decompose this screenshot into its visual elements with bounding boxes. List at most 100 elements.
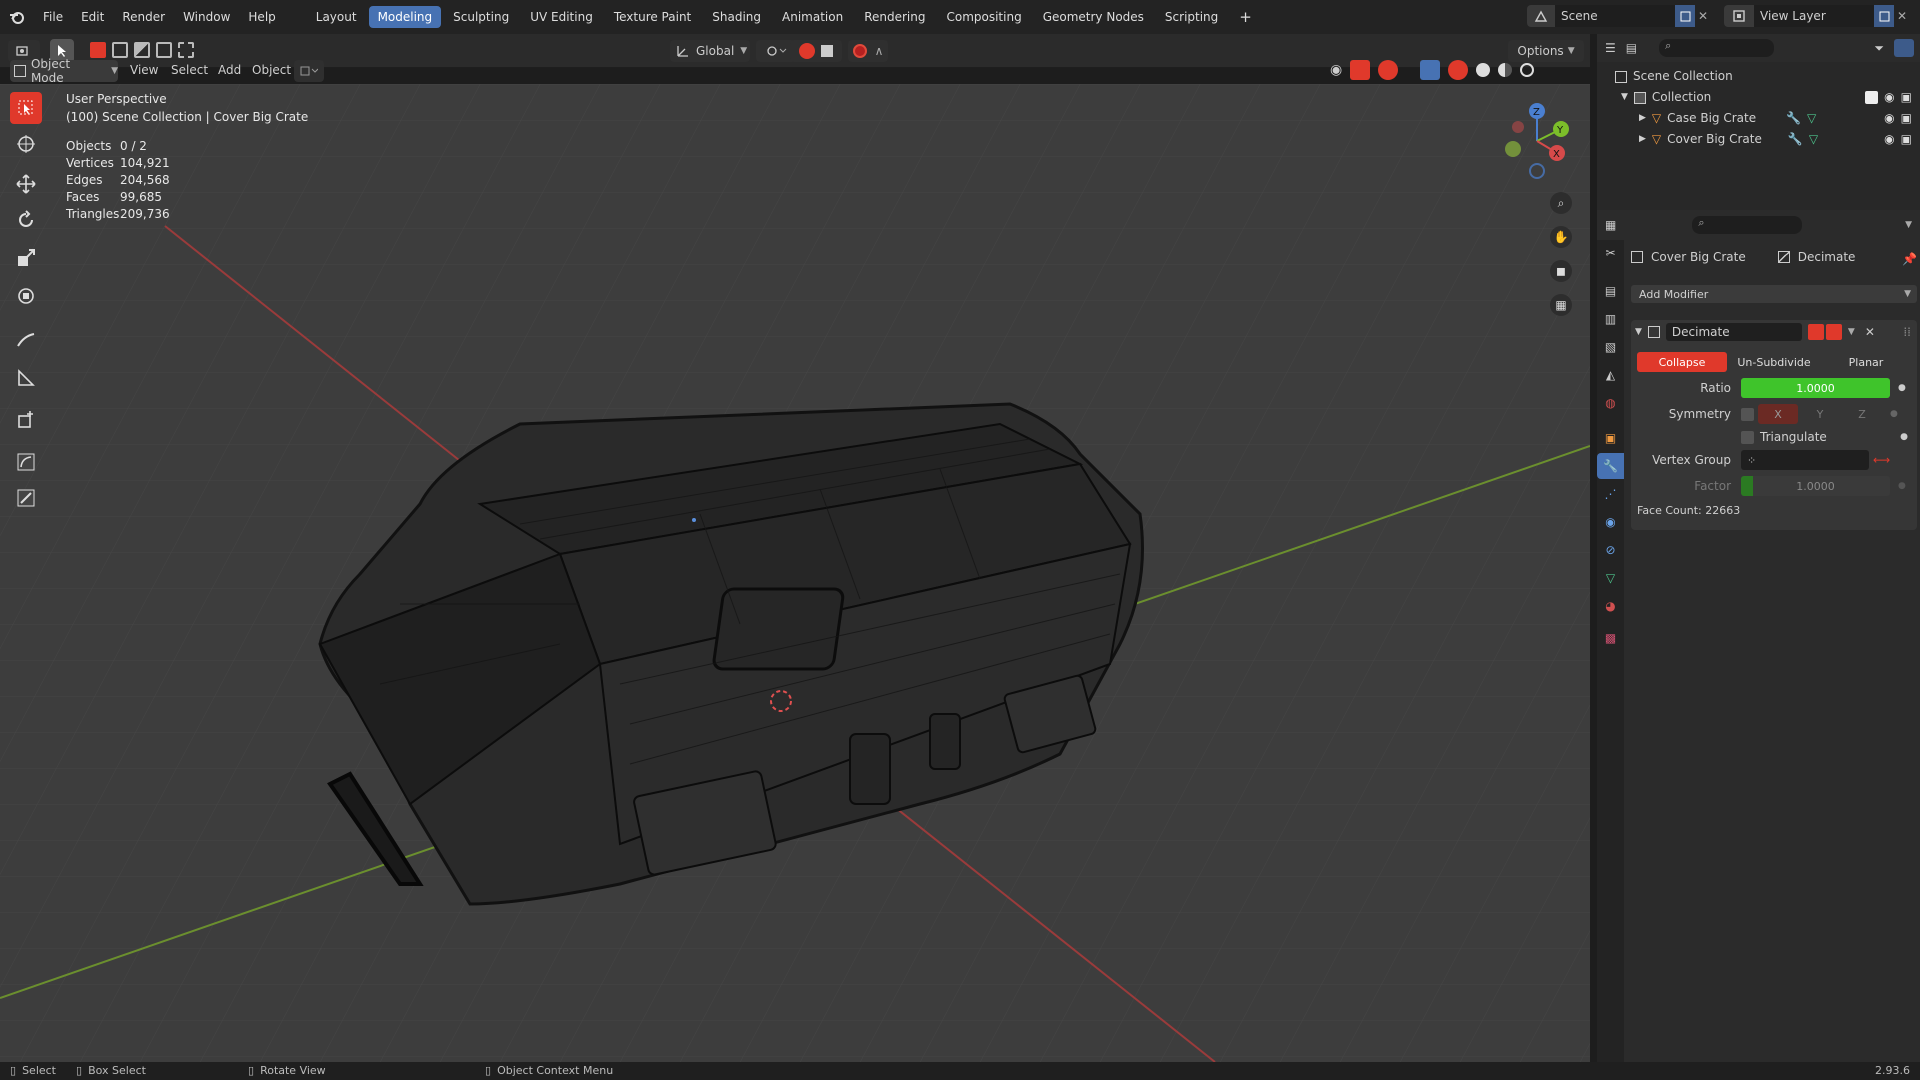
world-tab-icon[interactable]: ◍ [1597,390,1624,416]
pan-hand-icon[interactable]: ✋ [1550,226,1572,248]
scene-tab-icon[interactable]: ◭ [1597,362,1624,388]
output-tab-icon[interactable]: ▥ [1597,306,1624,332]
menu-file[interactable]: File [34,10,72,24]
add-modifier-dropdown[interactable]: Add Modifier ▼ [1631,285,1917,303]
ratio-slider[interactable]: 1.0000 [1741,378,1890,398]
navigation-gizmo[interactable]: Z Y X [1495,99,1575,179]
axis-y-button[interactable]: Y [1800,404,1840,424]
tab-collapse[interactable]: Collapse [1637,352,1727,372]
view-layer-tab-icon[interactable]: ▧ [1597,334,1624,360]
display-mode-icon[interactable]: ▤ [1626,41,1637,55]
keyframe-dot-icon[interactable]: ● [1898,383,1906,393]
tab-sculpting[interactable]: Sculpting [444,6,518,28]
remove-modifier-icon[interactable]: ✕ [1865,325,1875,339]
outliner-search-field[interactable]: ⌕ [1659,39,1775,57]
mesh-data-icon[interactable]: ▽ [1807,108,1816,129]
filter-icon[interactable]: ⏷ [1874,41,1884,56]
select-invert-icon[interactable] [156,42,172,58]
eye-icon[interactable]: ◉ [1884,108,1894,129]
menu-add[interactable]: Add [218,63,241,77]
camera-render-icon[interactable]: ▣ [1901,87,1912,108]
outliner-item-cover[interactable]: ▶ ▽ Cover Big Crate 🔧 ▽ ◉ ▣ [1615,129,1920,150]
menu-window[interactable]: Window [174,10,239,24]
factor-slider[interactable]: 1.0000 [1741,476,1890,496]
scene-name[interactable]: Scene [1555,5,1675,27]
eye-icon[interactable]: ◉ [1884,129,1894,150]
properties-editor-icon[interactable]: ▦ [1605,218,1616,232]
move-tool-icon[interactable] [10,168,42,200]
tab-scripting[interactable]: Scripting [1156,6,1227,28]
camera-icon[interactable]: ◼ [1550,260,1572,282]
transform-affect-icon[interactable] [294,60,324,82]
rendered-shading-icon[interactable] [1520,63,1535,77]
axis-x-button[interactable]: X [1758,404,1798,424]
new-view-layer-icon[interactable] [1874,5,1894,27]
chevron-right-icon[interactable]: ▶ [1639,108,1646,129]
drag-handle-icon[interactable]: ⁞⁞ [1903,325,1911,339]
data-tab-icon[interactable]: ▽ [1597,565,1624,591]
xray-toggle-icon[interactable] [1420,60,1441,80]
rotate-tool-icon[interactable] [10,204,42,236]
render-toggle-icon[interactable] [1825,324,1842,340]
add-cube-tool-icon[interactable] [10,404,42,436]
tool-tab-icon[interactable]: ✂ [1597,240,1624,266]
menu-view[interactable]: View [130,63,158,77]
vertex-group-field[interactable]: ⁘ [1741,450,1869,470]
select-new-icon[interactable] [90,42,106,58]
measure-tool-icon[interactable] [10,362,42,394]
blender-logo-icon[interactable] [0,9,34,25]
tab-layout[interactable]: Layout [307,6,366,28]
select-intersect-icon[interactable] [178,42,194,58]
select-subtract-icon[interactable] [134,42,150,58]
cursor-tool-icon[interactable] [10,128,42,160]
object-tab-icon[interactable]: ▣ [1597,425,1624,451]
tab-compositing[interactable]: Compositing [937,6,1030,28]
menu-select[interactable]: Select [171,63,208,77]
options-chevron-icon[interactable]: ▼ [1905,220,1912,230]
properties-search-field[interactable]: ⌕ [1692,216,1803,234]
modifier-wrench-icon[interactable]: 🔧 [1788,129,1803,150]
scene-selector[interactable]: Scene ✕ [1527,5,1711,27]
chevron-down-icon[interactable]: ▼ [1621,87,1628,108]
new-scene-icon[interactable] [1675,5,1695,27]
tab-rendering[interactable]: Rendering [855,6,934,28]
ruler-tool-icon[interactable] [10,482,42,514]
texture-tab-icon[interactable]: ▩ [1597,625,1624,651]
grid-view-icon[interactable]: ▦ [1550,294,1572,316]
camera-render-icon[interactable]: ▣ [1901,108,1912,129]
view-layer-name[interactable]: View Layer [1754,5,1874,27]
triangulate-checkbox[interactable] [1741,430,1754,444]
tab-uv-editing[interactable]: UV Editing [521,6,602,28]
tab-shading[interactable]: Shading [703,6,770,28]
chevron-down-icon[interactable]: ▼ [1848,327,1855,337]
modifier-name-field[interactable]: Decimate [1665,323,1802,341]
camera-render-icon[interactable]: ▣ [1901,129,1912,150]
menu-object[interactable]: Object [252,63,291,77]
menu-edit[interactable]: Edit [72,10,113,24]
particles-tab-icon[interactable]: ⋰ [1597,481,1624,507]
physics-tab-icon[interactable]: ◉ [1597,509,1624,535]
axis-z-button[interactable]: Z [1842,404,1882,424]
exclude-checkbox[interactable] [1865,91,1879,104]
outliner-editor-icon[interactable]: ☰ [1605,41,1616,55]
editmode-toggle-icon[interactable] [1807,324,1824,340]
keyframe-dot-icon[interactable]: ● [1890,409,1898,419]
tab-un-subdivide[interactable]: Un-Subdivide [1729,352,1819,372]
mesh-data-icon[interactable]: ▽ [1809,129,1818,150]
wireframe-shading-icon[interactable] [1448,60,1469,80]
pose-tool-icon[interactable] [10,446,42,478]
new-collection-icon[interactable] [1894,39,1914,57]
select-extend-icon[interactable] [112,42,128,58]
tab-geometry-nodes[interactable]: Geometry Nodes [1034,6,1153,28]
symmetry-checkbox[interactable] [1741,407,1754,421]
remove-scene-icon[interactable]: ✕ [1695,9,1711,23]
tab-planar[interactable]: Planar [1821,352,1911,372]
tab-animation[interactable]: Animation [773,6,852,28]
modifier-tab-icon[interactable]: 🔧 [1597,453,1624,479]
material-shading-icon[interactable] [1498,63,1513,77]
remove-view-layer-icon[interactable]: ✕ [1894,9,1910,23]
select-box-tool-icon[interactable] [10,92,42,124]
keyframe-dot-icon[interactable]: ● [1898,481,1906,491]
material-tab-icon[interactable]: ◕ [1597,593,1624,619]
collapse-chevron-icon[interactable]: ▼ [1635,327,1642,337]
